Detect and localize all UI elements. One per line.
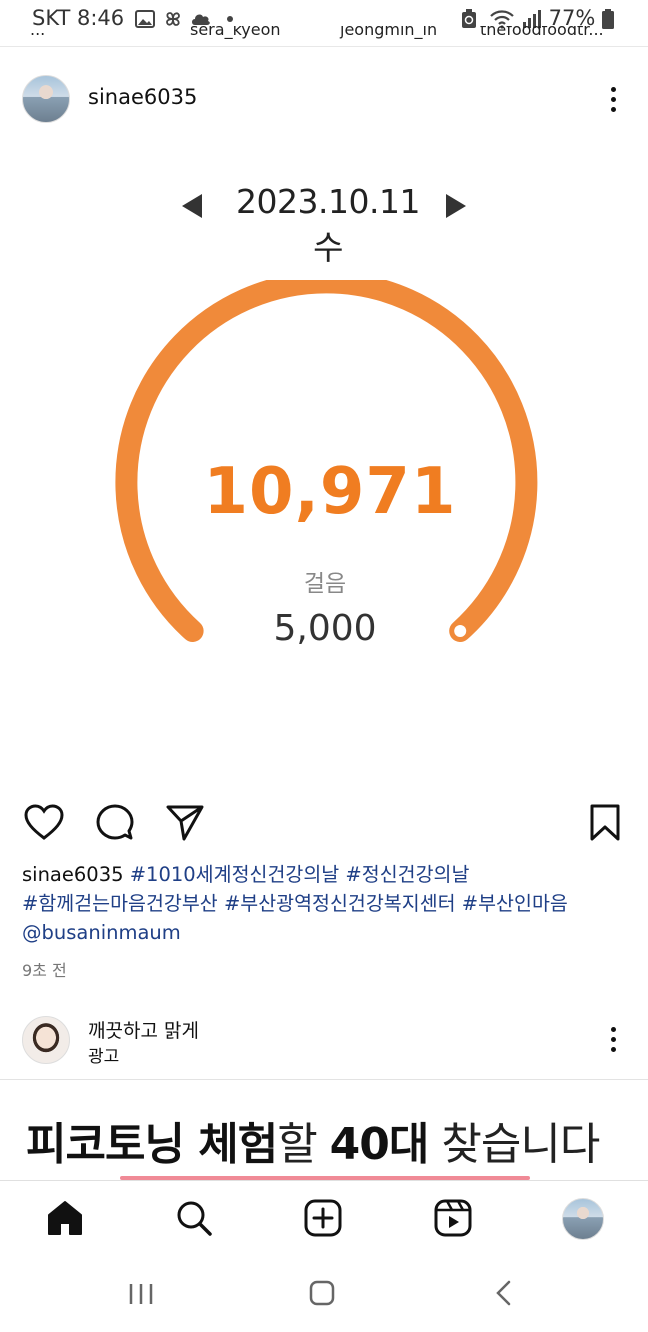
story-label[interactable]: sera_kyeon xyxy=(190,26,281,39)
profile-avatar[interactable] xyxy=(562,1198,604,1240)
ad-headline-part: 찾습니다 xyxy=(428,1119,600,1170)
ad-headline-part: 할 xyxy=(277,1119,330,1170)
reels-icon[interactable] xyxy=(434,1199,472,1237)
caption-username[interactable]: sinae6035 xyxy=(22,863,124,886)
date-selector: 2023.10.11 수 xyxy=(0,182,648,267)
step-goal: 5,000 xyxy=(273,608,377,649)
mention[interactable]: @busaninmaum xyxy=(22,921,181,944)
story-label[interactable]: thefoodfoodtr... xyxy=(480,26,604,39)
heart-icon[interactable] xyxy=(24,804,64,842)
ad-headline-part: 40대 xyxy=(329,1119,430,1170)
notification-dot xyxy=(226,16,233,22)
back-icon[interactable] xyxy=(494,1280,512,1306)
next-date-icon[interactable] xyxy=(446,194,466,218)
step-count: 10,971 xyxy=(203,455,457,529)
share-icon[interactable] xyxy=(166,804,204,842)
caption-line-3: @busaninmaum xyxy=(22,918,622,947)
post-actions xyxy=(0,800,648,850)
comment-icon[interactable] xyxy=(96,804,134,842)
hashtag[interactable]: #부산인마음 xyxy=(462,892,568,915)
story-label[interactable]: ... xyxy=(30,26,45,39)
post-timestamp: 9초 전 xyxy=(22,961,67,980)
post-avatar[interactable] xyxy=(22,75,70,123)
post-more-menu-icon[interactable] xyxy=(611,87,617,117)
ad-image[interactable]: 피코토닝 체험할 40대 찾습니다 xyxy=(0,1080,648,1180)
bottom-navigation xyxy=(0,1180,648,1259)
caption-line-1: sinae6035 #1010세계정신건강의날 #정신건강의날 xyxy=(22,860,622,889)
ad-avatar[interactable] xyxy=(22,1016,70,1064)
gauge-end-marker xyxy=(454,625,467,637)
post-caption: sinae6035 #1010세계정신건강의날 #정신건강의날 #함께걷는마음건… xyxy=(22,860,622,947)
recents-icon[interactable] xyxy=(128,1282,154,1306)
hashtag[interactable]: #함께걷는마음건강부산 xyxy=(22,892,218,915)
prev-date-icon[interactable] xyxy=(182,194,202,218)
hashtag[interactable]: #부산광역정신건강복지센터 xyxy=(224,892,456,915)
date-label: 2023.10.11 수 xyxy=(236,182,420,267)
search-icon[interactable] xyxy=(175,1199,213,1237)
sponsored-label: 광고 xyxy=(88,1047,120,1067)
create-icon[interactable] xyxy=(304,1199,342,1237)
caption-line-2: #함께걷는마음건강부산 #부산광역정신건강복지센터 #부산인마음 xyxy=(22,889,622,918)
steps-unit-label: 걸음 xyxy=(303,571,347,597)
ad-account-name[interactable]: 깨끗하고 맑게 xyxy=(88,1016,199,1043)
divider xyxy=(0,46,648,47)
home-icon[interactable] xyxy=(46,1199,84,1237)
hashtag[interactable]: #1010세계정신건강의날 xyxy=(130,863,340,886)
cloud-icon xyxy=(192,14,211,25)
home-circle-icon[interactable] xyxy=(309,1280,335,1306)
ad-headline: 피코토닝 체험할 40대 찾습니다 xyxy=(26,1108,600,1172)
hashtag[interactable]: #정신건강의날 xyxy=(345,863,469,886)
post-username[interactable]: sinae6035 xyxy=(88,85,197,109)
system-navigation xyxy=(0,1258,648,1332)
story-label[interactable]: jeongmin_in xyxy=(340,26,437,39)
stories-strip[interactable]: ... sera_kyeon jeongmin_in thefoodfoodtr… xyxy=(0,26,648,46)
ad-more-menu-icon[interactable] xyxy=(611,1027,617,1057)
bookmark-icon[interactable] xyxy=(589,804,621,842)
ad-headline-part: 피코토닝 체험 xyxy=(26,1119,278,1170)
